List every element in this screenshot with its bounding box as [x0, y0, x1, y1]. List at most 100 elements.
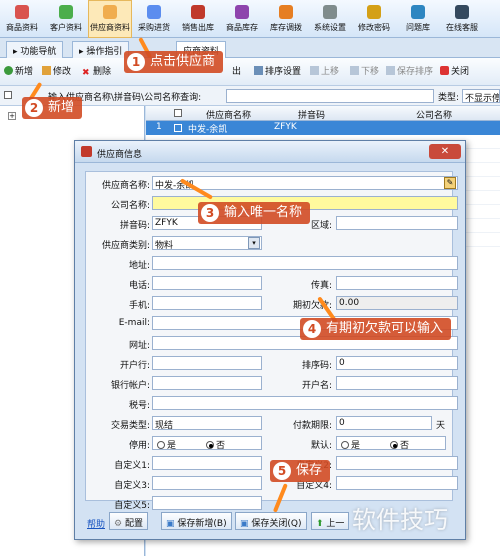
- toolbar-label: 客户资料: [50, 23, 82, 32]
- filter-checkbox[interactable]: [4, 91, 12, 99]
- tree-expand-icon[interactable]: +: [8, 112, 16, 120]
- column-header-name[interactable]: 供应商名称: [206, 108, 251, 121]
- dropdown-icon[interactable]: ▾: [248, 237, 260, 249]
- save-close-icon: ▣: [240, 519, 249, 529]
- radio-label: 是: [167, 441, 177, 450]
- add-icon: [4, 66, 13, 75]
- toolbar-button-sales[interactable]: 销售出库: [176, 0, 220, 38]
- toolbar-button-supplier[interactable]: 供应商资料: [88, 0, 132, 38]
- move-down-icon: [350, 66, 359, 75]
- close-button[interactable]: 关闭: [440, 64, 469, 77]
- select-all-checkbox[interactable]: [174, 109, 182, 117]
- pencil-icon[interactable]: ✎: [444, 177, 456, 189]
- disabled-option-no[interactable]: 否: [206, 438, 225, 449]
- save-sort-button[interactable]: 保存排序: [386, 64, 433, 77]
- toolbar-button-inventory[interactable]: 商品库存: [220, 0, 264, 38]
- edit-button[interactable]: 修改: [42, 64, 71, 77]
- list-toolbar: 新增 修改 ✖ 删除 出 排序设置 上移 下移 保存排序 关闭: [0, 58, 500, 86]
- annotation-2: 2 新增: [22, 97, 83, 119]
- category-label: 供应商类别:: [101, 241, 150, 251]
- payment-term-field[interactable]: 0: [336, 416, 432, 430]
- custom1-label: 自定义1:: [114, 461, 150, 471]
- dialog-close-button[interactable]: ✕: [429, 144, 461, 159]
- radio-label: 是: [351, 441, 361, 450]
- opening-debt-field[interactable]: 0.00: [336, 296, 458, 310]
- sort-settings-button[interactable]: 排序设置: [254, 64, 301, 77]
- annotation-number: 5: [273, 462, 291, 480]
- fax-field[interactable]: [336, 276, 458, 290]
- move-up-button[interactable]: 上移: [310, 64, 339, 77]
- radio-icon[interactable]: [341, 441, 349, 449]
- category-field[interactable]: 物料: [152, 236, 262, 250]
- toolbar-button-faq[interactable]: 问题库: [396, 0, 440, 38]
- trade-type-field[interactable]: 现结: [152, 416, 262, 430]
- custom3-field[interactable]: [152, 476, 262, 490]
- tax-no-field[interactable]: [152, 396, 458, 410]
- prev-button[interactable]: ⬆ 上一: [311, 512, 350, 530]
- add-button[interactable]: 新增: [4, 64, 33, 77]
- toolbar-label: 修改密码: [358, 23, 390, 32]
- faq-icon: [411, 5, 425, 19]
- export-label: 出: [232, 67, 242, 77]
- custom5-field[interactable]: [152, 496, 262, 510]
- toolbar-button-customer[interactable]: 客户资料: [44, 0, 88, 38]
- help-link[interactable]: 帮助: [87, 517, 105, 530]
- default-radio-group: 是否: [336, 436, 446, 450]
- delete-button[interactable]: ✖ 删除: [82, 64, 111, 78]
- bank-label: 开户行:: [119, 361, 150, 371]
- edit-icon: [42, 66, 51, 75]
- mobile-field[interactable]: [152, 296, 262, 310]
- default-option-no[interactable]: 否: [390, 438, 409, 449]
- delete-icon: ✖: [82, 68, 90, 78]
- toolbar-button-password[interactable]: 修改密码: [352, 0, 396, 38]
- column-header-company[interactable]: 公司名称: [416, 108, 452, 121]
- radio-icon[interactable]: [157, 441, 165, 449]
- annotation-1: 1 点击供应商: [124, 51, 224, 73]
- export-button[interactable]: 出: [232, 64, 241, 77]
- save-close-label: 保存关闭(Q): [251, 519, 302, 529]
- type-label: 类型:: [438, 93, 460, 103]
- custom1-field[interactable]: [152, 456, 262, 470]
- move-down-label: 下移: [361, 67, 380, 77]
- save-close-button[interactable]: ▣ 保存关闭(Q): [235, 512, 307, 530]
- table-row[interactable]: 1 中发-余凯 ZFYK: [146, 121, 500, 135]
- password-icon: [367, 5, 381, 19]
- save-new-button[interactable]: ▣ 保存新增(B): [161, 512, 232, 530]
- type-select[interactable]: 不显示停: [462, 89, 500, 103]
- bank-field[interactable]: [152, 356, 262, 370]
- search-input[interactable]: [226, 89, 434, 103]
- default-option-yes[interactable]: 是: [341, 438, 361, 450]
- main-toolbar: 商品资料 客户资料 供应商资料 采购进货 销售出库 商品库存 库存调拨 系统设置 修改密码 问题库…: [0, 0, 500, 38]
- tab-operation-guide[interactable]: ▸ 操作指引: [72, 41, 130, 58]
- product-icon: [15, 5, 29, 19]
- toolbar-button-product[interactable]: 商品资料: [0, 0, 44, 38]
- toolbar-label: 库存调拨: [270, 23, 302, 32]
- sort-code-field[interactable]: 0: [336, 356, 458, 370]
- toolbar-label: 采购进货: [138, 23, 170, 32]
- account-name-field[interactable]: [336, 376, 458, 390]
- dialog-title: 供应商信息: [97, 150, 143, 160]
- custom2-field[interactable]: [336, 456, 458, 470]
- custom4-field[interactable]: [336, 476, 458, 490]
- toolbar-label: 问题库: [406, 23, 430, 32]
- supplier-icon: [103, 5, 117, 19]
- disabled-option-yes[interactable]: 是: [157, 438, 177, 450]
- tab-function-nav[interactable]: ▸ 功能导航: [6, 41, 64, 58]
- bank-account-field[interactable]: [152, 376, 262, 390]
- config-button[interactable]: ⚙ 配置: [109, 512, 148, 530]
- radio-icon[interactable]: [390, 441, 399, 449]
- region-field[interactable]: [336, 216, 458, 230]
- column-header-code[interactable]: 拼音码: [298, 108, 325, 121]
- toolbar-button-transfer[interactable]: 库存调拨: [264, 0, 308, 38]
- phone-field[interactable]: [152, 276, 262, 290]
- add-label: 新增: [15, 67, 34, 77]
- toolbar-button-service[interactable]: 在线客服: [440, 0, 484, 38]
- address-field[interactable]: [152, 256, 458, 270]
- move-down-button[interactable]: 下移: [350, 64, 379, 77]
- email-label: E-mail:: [118, 318, 150, 328]
- row-checkbox[interactable]: [174, 124, 182, 132]
- toolbar-button-purchase[interactable]: 采购进货: [132, 0, 176, 38]
- radio-icon[interactable]: [206, 441, 215, 449]
- annotation-3: 3 输入唯一名称: [198, 202, 311, 224]
- toolbar-button-settings[interactable]: 系统设置: [308, 0, 352, 38]
